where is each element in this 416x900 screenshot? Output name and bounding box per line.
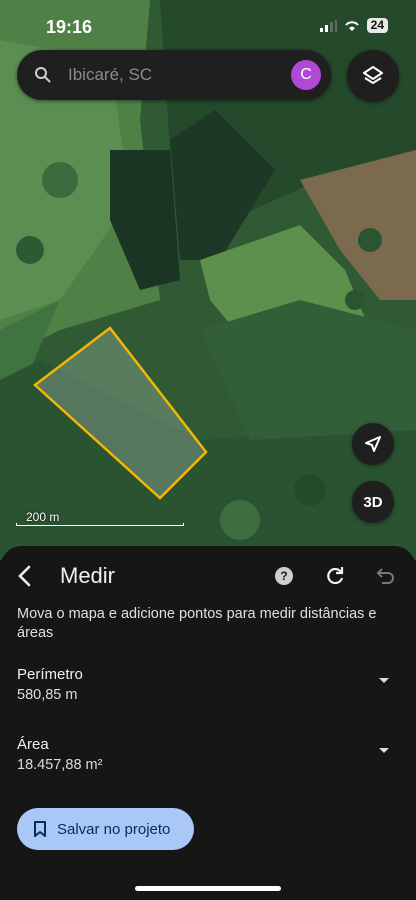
navigation-arrow-icon	[365, 436, 381, 452]
battery-indicator: 24	[366, 18, 388, 33]
scale-bar	[16, 523, 184, 526]
search-icon	[35, 67, 51, 83]
avatar[interactable]: C	[291, 60, 321, 90]
search-bar[interactable]: Ibicaré, SC C	[17, 50, 331, 100]
map-scale: 200 m	[16, 510, 184, 526]
bookmark-icon	[34, 820, 46, 837]
cellular-signal-icon	[319, 19, 337, 32]
status-bar: 19:16 24	[0, 0, 416, 44]
home-indicator[interactable]	[135, 886, 281, 891]
wifi-icon	[344, 20, 359, 31]
clock: 19:16	[46, 17, 93, 37]
3d-toggle-button[interactable]: 3D	[352, 481, 394, 523]
redo-icon[interactable]	[323, 564, 347, 588]
area-row[interactable]: Área 18.457,88 m²	[17, 736, 397, 773]
layers-button[interactable]	[347, 50, 399, 102]
save-button-label: Salvar no projeto	[57, 820, 171, 838]
area-value: 18.457,88 m²	[17, 757, 103, 773]
area-label: Área	[17, 736, 49, 753]
perimeter-row[interactable]: Perímetro 580,85 m	[17, 666, 397, 703]
help-icon[interactable]: ?	[275, 567, 293, 585]
my-location-button[interactable]	[352, 423, 394, 465]
layers-icon	[363, 66, 383, 84]
back-arrow-icon[interactable]	[12, 562, 38, 590]
perimeter-label: Perímetro	[17, 666, 83, 683]
perimeter-value: 580,85 m	[17, 687, 78, 703]
save-to-project-button[interactable]: Salvar no projeto	[17, 808, 194, 850]
search-input[interactable]: Ibicaré, SC	[68, 65, 152, 85]
scale-label: 200 m	[26, 510, 60, 524]
instructions-text: Mova o mapa e adicione pontos para medir…	[17, 606, 377, 641]
panel-header: Medir ?	[0, 560, 416, 592]
panel-title: Medir	[60, 563, 116, 588]
undo-icon[interactable]	[374, 564, 398, 588]
chevron-down-icon[interactable]	[379, 678, 389, 683]
chevron-down-icon[interactable]	[379, 748, 389, 753]
measure-panel: Medir ? Mova o mapa e adicione pontos pa…	[0, 546, 416, 900]
